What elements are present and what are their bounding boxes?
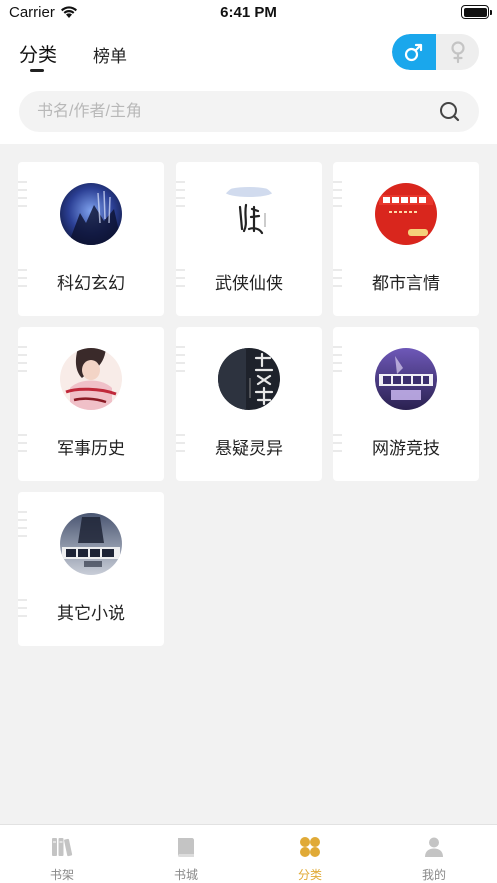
tabbar-label: 我的 [421, 868, 446, 882]
book-icon [178, 838, 194, 857]
search-bar [19, 91, 479, 132]
category-cover-image [218, 348, 280, 410]
category-label: 武侠仙侠 [215, 274, 283, 293]
category-card-urban[interactable]: 都市言情 [333, 162, 479, 316]
category-cover-image [60, 183, 122, 245]
category-card-mystery[interactable]: 悬疑灵异 [176, 327, 322, 481]
category-cover-image [60, 348, 122, 410]
tabbar-item-category[interactable]: 分类 [248, 825, 372, 883]
header: 分类 榜单 [0, 26, 497, 144]
tabbar-item-profile[interactable]: 我的 [372, 825, 496, 883]
category-cover-image [218, 183, 280, 245]
active-tab-indicator [30, 69, 44, 72]
search-input[interactable] [37, 91, 437, 132]
male-toggle-button[interactable] [392, 34, 436, 70]
category-label: 网游竞技 [372, 439, 440, 458]
person-icon [425, 837, 443, 857]
category-cover-image [375, 183, 437, 245]
category-card-other[interactable]: 其它小说 [18, 492, 164, 646]
tabbar-label: 分类 [297, 868, 322, 882]
female-toggle-button[interactable] [436, 34, 479, 70]
battery-icon [461, 5, 492, 19]
bottom-tab-bar: 书架 书城 分类 我的 [0, 824, 497, 883]
category-label: 其它小说 [57, 604, 125, 623]
category-card-military[interactable]: 军事历史 [18, 327, 164, 481]
category-label: 科幻玄幻 [57, 274, 125, 293]
category-label: 都市言情 [372, 274, 440, 293]
clock-time: 6:41 PM [220, 4, 277, 21]
tabbar-item-bookstore[interactable]: 书城 [124, 825, 248, 883]
search-icon[interactable] [439, 101, 461, 123]
tabbar-label: 书架 [49, 868, 74, 882]
bookshelf-icon [52, 838, 73, 857]
tabbar-label: 书城 [173, 868, 198, 882]
category-label: 悬疑灵异 [215, 439, 283, 458]
gender-toggle [392, 34, 479, 70]
category-cover-image [375, 348, 437, 410]
category-card-wuxia[interactable]: 武侠仙侠 [176, 162, 322, 316]
female-icon [450, 41, 465, 64]
category-clover-icon [300, 837, 320, 857]
status-bar: Carrier 6:41 PM [0, 0, 497, 26]
tab-ranking[interactable]: 榜单 [93, 42, 127, 67]
category-card-scifi[interactable]: 科幻玄幻 [18, 162, 164, 316]
male-icon [404, 43, 423, 62]
category-label: 军事历史 [57, 439, 125, 458]
tabbar-item-bookshelf[interactable]: 书架 [0, 825, 124, 883]
category-card-gaming[interactable]: 网游竞技 [333, 327, 479, 481]
category-cover-image [60, 513, 122, 575]
tab-category[interactable]: 分类 [19, 40, 57, 67]
